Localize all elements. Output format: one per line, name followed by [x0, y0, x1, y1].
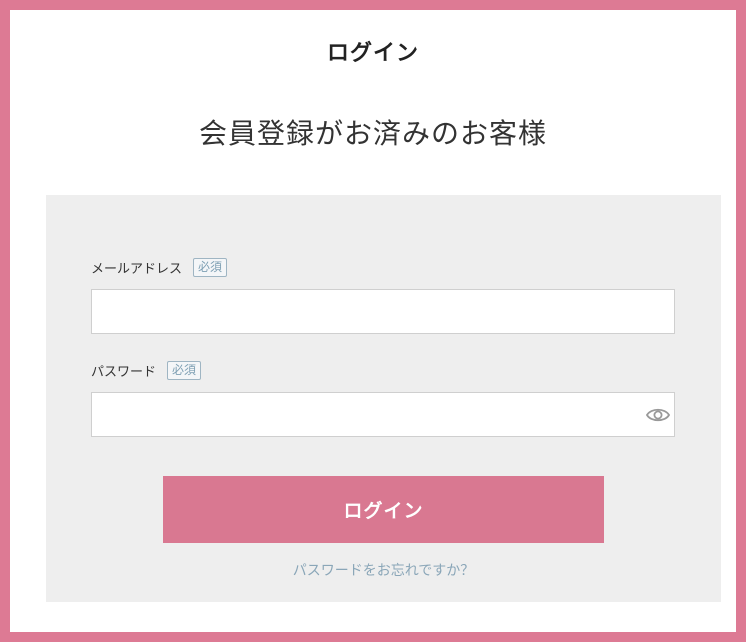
eye-icon[interactable] — [646, 405, 670, 425]
password-label-row: パスワード 必須 — [91, 361, 202, 380]
email-label: メールアドレス — [91, 262, 183, 277]
login-button[interactable]: ログイン — [163, 476, 604, 543]
login-panel: メールアドレス 必須 パスワード 必須 ログイン パスワードをお忘れですか？ — [46, 195, 721, 602]
password-field-wrapper — [91, 392, 675, 438]
member-subtitle: 会員登録がお済みのお客様 — [198, 117, 547, 150]
password-required-badge: 必須 — [167, 361, 202, 380]
email-label-row: メールアドレス 必須 — [91, 258, 228, 277]
page-title: ログイン — [326, 41, 419, 66]
email-required-badge: 必須 — [193, 258, 228, 277]
email-field[interactable] — [91, 289, 675, 334]
forgot-password-link[interactable]: パスワードをお忘れですか？ — [46, 560, 721, 580]
password-field[interactable] — [92, 393, 636, 438]
page-frame: ログイン 会員登録がお済みのお客様 メールアドレス 必須 パスワード 必須 ログ… — [0, 0, 746, 642]
password-label: パスワード — [91, 365, 157, 380]
